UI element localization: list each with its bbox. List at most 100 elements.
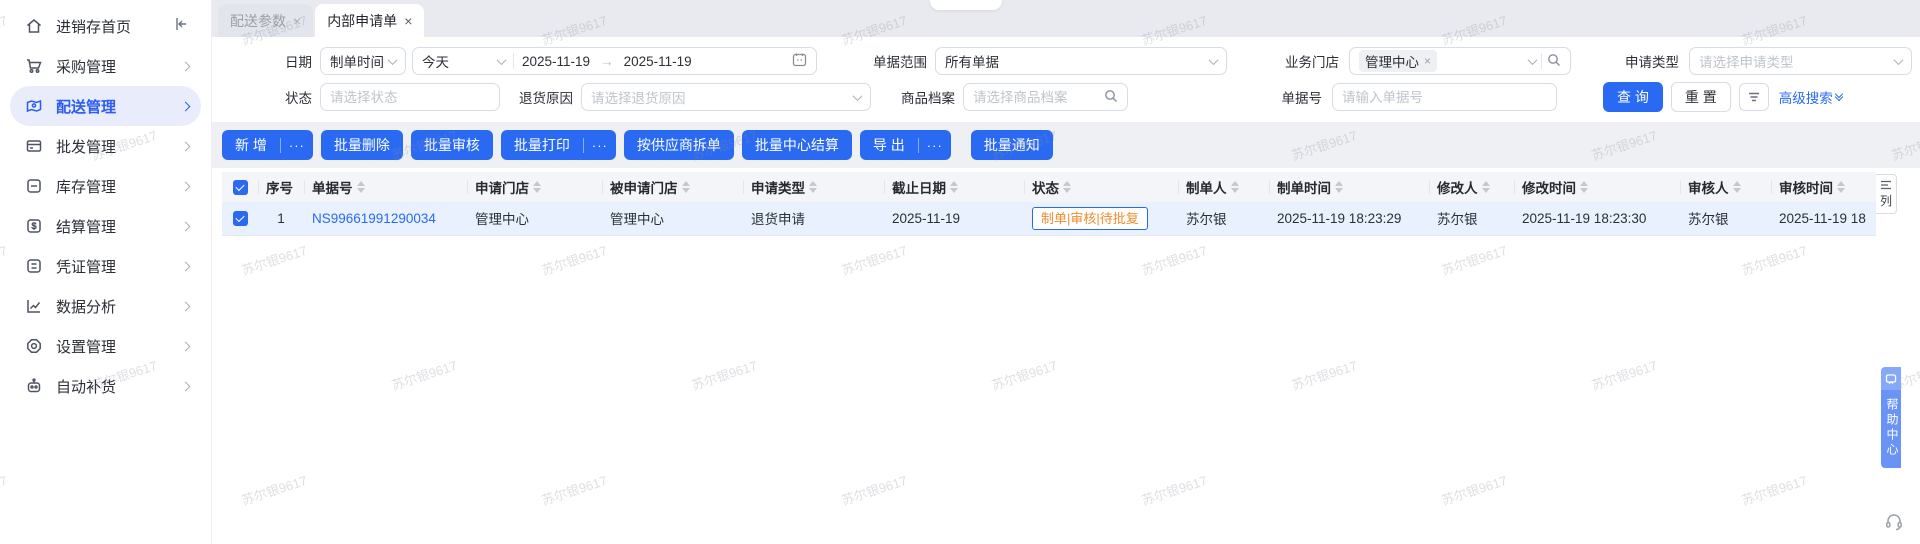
feedback-icon[interactable] <box>1881 367 1901 390</box>
collapse-sidebar-icon[interactable] <box>173 16 189 36</box>
tab-internal-apply[interactable]: 内部申请单 × <box>315 4 425 37</box>
store-tag: 管理中心 × <box>1359 50 1438 72</box>
table-row[interactable]: 1 NS99661991290034 管理中心 管理中心 退货申请 2025-1… <box>222 202 1876 236</box>
app-window: 进销存首页 采购管理 配送管理 批发管理 库存管理 $ 结算管理 凭证管理 数据… <box>0 0 1920 544</box>
sort-icon[interactable] <box>1230 181 1239 193</box>
column-settings-button[interactable]: 列 <box>1876 174 1897 214</box>
map-pin-icon <box>24 96 44 116</box>
product-input[interactable] <box>973 89 1104 105</box>
more-icon[interactable]: ··· <box>582 137 616 153</box>
sort-icon[interactable] <box>809 181 817 193</box>
cart-icon <box>24 56 44 76</box>
tab-distribution-params[interactable]: 配送参数 × <box>218 4 314 37</box>
main-area: 配送参数 × 内部申请单 × 日期 制单时间 今天 2025-11-19 → 2… <box>212 0 1920 544</box>
sidebar-item-auto-replenish[interactable]: 自动补货 <box>10 366 201 406</box>
apply-type-select[interactable]: 请选择申请类型 <box>1689 47 1912 75</box>
sort-icon[interactable] <box>950 181 958 193</box>
advanced-search-link[interactable]: 高级搜索 <box>1779 87 1844 107</box>
panel-collapse-handle[interactable] <box>930 0 1002 10</box>
search-icon[interactable] <box>1104 89 1118 106</box>
column-header: 申请类型 <box>751 181 805 196</box>
column-header: 截止日期 <box>892 181 946 196</box>
column-tab-label: 列 <box>1879 193 1892 208</box>
date-label: 日期 <box>285 55 312 70</box>
robot-icon <box>24 376 44 396</box>
doc-no-link[interactable]: NS99661991290034 <box>312 211 436 226</box>
sidebar-item-analytics[interactable]: 数据分析 <box>10 286 201 326</box>
batch-notify-button[interactable]: 批量通知 <box>970 130 1053 160</box>
status-input[interactable] <box>330 89 490 105</box>
select-all-checkbox[interactable] <box>232 179 248 195</box>
sidebar-item-label: 结算管理 <box>56 218 117 236</box>
filter-row-1: 日期 制单时间 今天 2025-11-19 → 2025-11-19 单据范围 … <box>228 46 1920 76</box>
export-button[interactable]: 导 出 ··· <box>859 130 951 160</box>
batch-delete-button[interactable]: 批量删除 <box>320 130 403 160</box>
query-button[interactable]: 查 询 <box>1603 82 1663 112</box>
sort-icon[interactable] <box>1063 181 1071 193</box>
tab-label: 配送参数 <box>230 12 286 29</box>
sort-icon[interactable] <box>1335 181 1343 193</box>
sidebar-item-label: 自动补货 <box>56 378 117 396</box>
chevron-down-icon <box>852 90 863 101</box>
customer-service-icon[interactable] <box>1884 512 1904 532</box>
sidebar-item-distribution[interactable]: 配送管理 <box>10 86 201 126</box>
batch-print-button[interactable]: 批量打印 ··· <box>500 130 616 160</box>
sort-icon[interactable] <box>533 181 541 193</box>
sidebar-item-inventory[interactable]: 库存管理 <box>10 166 201 206</box>
chevron-right-icon <box>180 221 191 231</box>
row-checkbox[interactable] <box>232 210 248 226</box>
cell-auditor: 苏尔银 <box>1680 202 1771 236</box>
sort-icon[interactable] <box>356 181 365 193</box>
status-badge: 制单|审核|待批复 <box>1032 206 1148 230</box>
date-range-control[interactable]: 今天 2025-11-19 → 2025-11-19 <box>412 47 817 75</box>
batch-audit-button[interactable]: 批量审核 <box>410 130 493 160</box>
date-to-value[interactable]: 2025-11-19 <box>624 54 792 69</box>
docno-field[interactable] <box>1332 83 1557 111</box>
docno-input[interactable] <box>1342 89 1547 105</box>
status-label: 状态 <box>285 91 312 106</box>
divider <box>513 53 514 69</box>
more-icon[interactable]: ··· <box>917 137 951 153</box>
help-center-tab[interactable]: 帮助中心 <box>1881 367 1901 468</box>
sort-icon[interactable] <box>681 181 690 193</box>
card-icon <box>24 136 44 156</box>
sort-icon[interactable] <box>1732 181 1741 193</box>
scope-select[interactable]: 所有单据 <box>935 47 1227 75</box>
sort-icon[interactable] <box>1837 181 1845 193</box>
product-select[interactable] <box>963 83 1128 111</box>
sidebar-item-settings[interactable]: 设置管理 <box>10 326 201 366</box>
sort-icon[interactable] <box>1580 181 1588 193</box>
scope-label: 单据范围 <box>873 55 927 70</box>
date-from-value[interactable]: 2025-11-19 <box>522 54 590 69</box>
filter-lines-icon <box>1748 92 1759 102</box>
add-button[interactable]: 新 增 ··· <box>222 130 313 160</box>
remove-tag-icon[interactable]: × <box>1424 54 1431 68</box>
batch-center-settle-button[interactable]: 批量中心结算 <box>741 130 852 160</box>
table-header-row: 序号 单据号 申请门店 被申请门店 申请类型 截止日期 状态 制单人 制单时间 … <box>222 172 1876 202</box>
sidebar-item-purchase[interactable]: 采购管理 <box>10 46 201 86</box>
sort-icon[interactable] <box>1481 181 1490 193</box>
sidebar-item-label: 配送管理 <box>56 98 117 116</box>
help-center-label[interactable]: 帮助中心 <box>1881 390 1901 468</box>
sidebar-item-wholesale[interactable]: 批发管理 <box>10 126 201 166</box>
chevron-right-icon <box>180 381 191 391</box>
search-icon[interactable] <box>1547 53 1561 70</box>
filter-row-2: 状态 退货原因 请选择退货原因 商品档案 单据号 <box>228 82 1920 112</box>
cell-deadline: 2025-11-19 <box>884 202 1024 236</box>
more-icon[interactable]: ··· <box>279 137 313 153</box>
split-by-supplier-button[interactable]: 按供应商拆单 <box>623 130 734 160</box>
status-select[interactable] <box>320 83 500 111</box>
close-icon[interactable]: × <box>404 13 412 29</box>
chevron-down-icon <box>496 54 507 65</box>
toolbar: 新 增 ··· 批量删除 批量审核 批量打印 ··· 按供应商拆单 批量中心结算… <box>222 130 1920 160</box>
date-mode-select[interactable]: 制单时间 <box>320 47 406 75</box>
store-multiselect[interactable]: 管理中心 × <box>1349 47 1571 75</box>
filter-settings-button[interactable] <box>1738 83 1769 111</box>
reset-button[interactable]: 重 置 <box>1670 82 1731 112</box>
sidebar-item-settlement[interactable]: $ 结算管理 <box>10 206 201 246</box>
close-icon[interactable]: × <box>293 13 301 29</box>
sidebar-item-voucher[interactable]: 凭证管理 <box>10 246 201 286</box>
return-reason-select[interactable]: 请选择退货原因 <box>581 83 871 111</box>
sidebar-item-home[interactable]: 进销存首页 <box>10 6 201 46</box>
quick-range-select[interactable]: 今天 <box>422 51 492 71</box>
